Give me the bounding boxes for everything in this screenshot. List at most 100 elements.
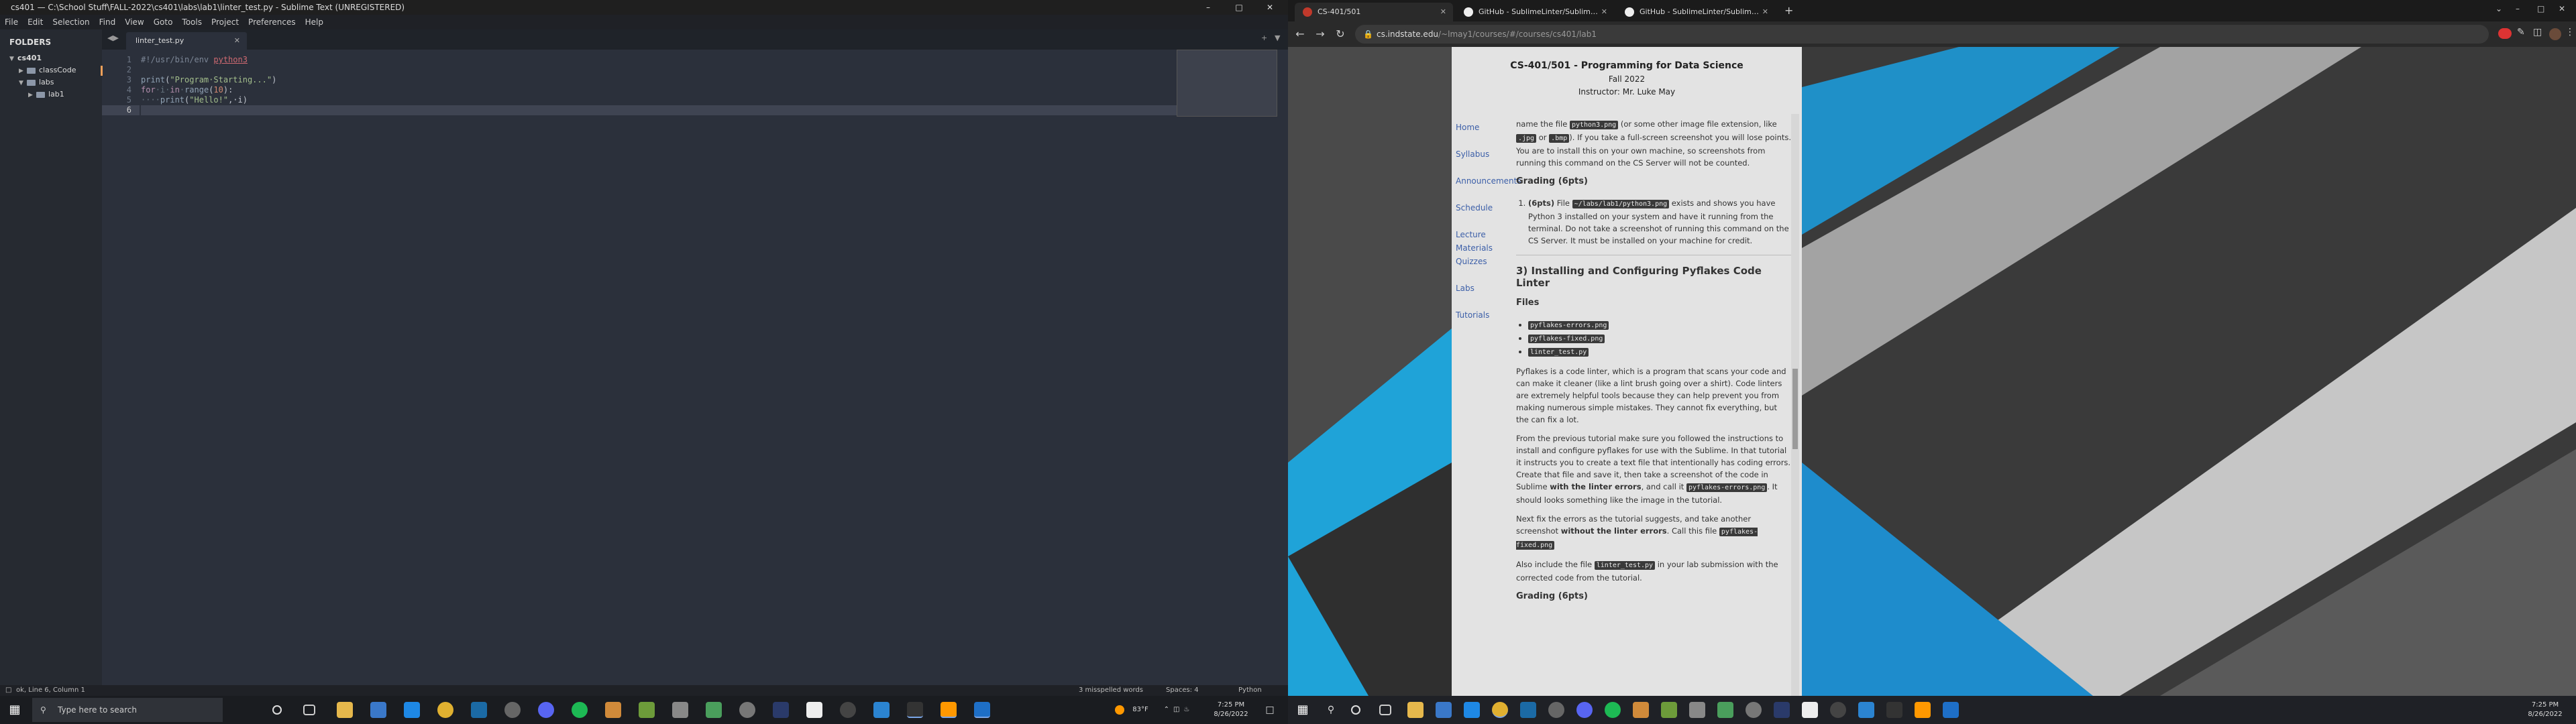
page-scrollbar[interactable] [1791, 114, 1799, 696]
store-icon[interactable] [1436, 702, 1452, 718]
windows-start-icon[interactable]: ▦ [1295, 702, 1311, 718]
steam-icon[interactable] [471, 702, 487, 718]
menu-preferences[interactable]: Preferences [244, 15, 301, 29]
task-view-icon[interactable] [303, 705, 315, 715]
chrome-icon[interactable] [1492, 702, 1508, 718]
status-spaces[interactable]: Spaces: 4 [1166, 685, 1199, 696]
spotify-icon[interactable] [1605, 702, 1621, 718]
tab-dropdown-icon[interactable]: ▼ [1275, 34, 1280, 42]
minimize-icon[interactable]: – [2516, 4, 2520, 13]
vscode-icon[interactable] [873, 702, 890, 718]
app-icon[interactable] [1633, 702, 1649, 718]
avatar[interactable] [2549, 28, 2561, 40]
app3-icon[interactable] [773, 702, 789, 718]
address-bar[interactable]: 🔒 cs.indstate.edu/~lmay1/courses/#/cours… [1355, 25, 2489, 44]
taskbar-search[interactable]: ⚲ Type here to search [32, 698, 223, 722]
nav-syllabus[interactable]: Syllabus [1456, 147, 1509, 174]
status-icon[interactable]: □ [5, 685, 11, 696]
menu-selection[interactable]: Selection [48, 15, 94, 29]
file-explorer-icon[interactable] [337, 702, 353, 718]
discord-icon[interactable] [538, 702, 554, 718]
tree-item-lab1[interactable]: ▶ lab1 [0, 88, 102, 101]
cortana-icon[interactable] [272, 705, 282, 715]
maximize-icon[interactable]: □ [2537, 4, 2544, 13]
expanded-arrow-icon[interactable]: ▼ [9, 53, 17, 65]
terminal-icon[interactable] [907, 702, 923, 718]
clock[interactable]: 7:25 PM 8/26/2022 [2520, 696, 2571, 724]
tab-search-icon[interactable]: ⌄ [2496, 4, 2502, 13]
status-syntax[interactable]: Python [1238, 685, 1262, 696]
vscode-icon[interactable] [1858, 702, 1874, 718]
notifications-icon[interactable]: □ [1260, 696, 1280, 724]
settings-icon[interactable] [1746, 702, 1762, 718]
file-explorer-icon[interactable] [1407, 702, 1424, 718]
weather-icon[interactable] [1115, 705, 1124, 715]
close-tab-icon[interactable]: ✕ [1601, 3, 1607, 21]
collapsed-arrow-icon[interactable]: ▶ [28, 89, 36, 101]
nav-tutorials[interactable]: Tutorials [1456, 308, 1509, 335]
extensions-icon[interactable]: ✎ [2517, 27, 2525, 38]
minecraft-icon[interactable] [1661, 702, 1677, 718]
settings-icon[interactable] [739, 702, 755, 718]
tray-icons[interactable]: ⌃◫♨ [1155, 696, 1202, 724]
clock[interactable]: 7:25 PM 8/26/2022 [1206, 696, 1256, 724]
new-tab-icon[interactable]: + [1784, 4, 1793, 17]
obs-icon[interactable] [1548, 702, 1564, 718]
minimap[interactable] [1177, 50, 1277, 117]
app3-icon[interactable] [1774, 702, 1790, 718]
close-tab-icon[interactable]: ✕ [1762, 3, 1768, 21]
status-misspelled[interactable]: 3 misspelled words [1079, 685, 1143, 696]
app2-icon[interactable] [1717, 702, 1733, 718]
nav-quizzes[interactable]: Quizzes [1456, 255, 1509, 282]
windows-start-icon[interactable]: ▦ [7, 702, 23, 718]
menu-find[interactable]: Find [95, 15, 121, 29]
obs-icon[interactable] [504, 702, 521, 718]
sublime-text-icon[interactable] [1915, 702, 1931, 718]
spotify-icon[interactable] [572, 702, 588, 718]
chrome-icon[interactable] [437, 702, 453, 718]
close-icon[interactable]: ✕ [1254, 0, 1285, 15]
menu-file[interactable]: File [0, 15, 23, 29]
tool-icon[interactable] [1689, 702, 1705, 718]
task-view-icon[interactable] [1379, 705, 1391, 715]
cortana-icon[interactable] [1351, 705, 1360, 715]
tree-item-cs401[interactable]: ▼ cs401 [0, 52, 102, 64]
nav-announcements[interactable]: Announcements [1456, 174, 1521, 201]
tool-icon[interactable] [672, 702, 688, 718]
close-tab-icon[interactable]: ✕ [234, 32, 240, 50]
nav-schedule[interactable]: Schedule [1456, 201, 1509, 228]
menu-goto[interactable]: Goto [149, 15, 178, 29]
back-icon[interactable]: ← [1291, 25, 1309, 44]
terminal-icon[interactable] [1886, 702, 1902, 718]
store-icon[interactable] [370, 702, 386, 718]
menu-view[interactable]: View [120, 15, 148, 29]
menu-help[interactable]: Help [301, 15, 328, 29]
sublime-text-icon[interactable] [941, 702, 957, 718]
code-text[interactable]: #!/usr/bin/env python3 print("Program·St… [141, 50, 1275, 685]
menu-icon[interactable]: ⋮ [2565, 27, 2575, 38]
search-icon[interactable]: ⚲ [1323, 702, 1339, 718]
minimize-icon[interactable]: – [1193, 0, 1224, 15]
tab-github-1[interactable]: GitHub - SublimeLinter/Sublim… ✕ [1456, 3, 1614, 21]
github-icon[interactable] [840, 702, 856, 718]
tab-nav-icon[interactable]: ◀▶ [107, 34, 119, 42]
minecraft-icon[interactable] [639, 702, 655, 718]
menu-edit[interactable]: Edit [23, 15, 48, 29]
forward-icon[interactable]: → [1311, 25, 1330, 44]
maximize-icon[interactable]: □ [1224, 0, 1254, 15]
weather-temp[interactable]: 83°F [1127, 696, 1154, 724]
snip-icon[interactable] [1943, 702, 1959, 718]
menu-project[interactable]: Project [207, 15, 244, 29]
discord-icon[interactable] [1576, 702, 1593, 718]
tab-course[interactable]: CS-401/501 ✕ [1295, 3, 1453, 21]
collapsed-arrow-icon[interactable]: ▶ [19, 65, 27, 77]
mail-icon[interactable] [1464, 702, 1480, 718]
close-tab-icon[interactable]: ✕ [1440, 3, 1446, 21]
tree-item-classcode[interactable]: ▶ classCode [0, 64, 102, 76]
tab-github-2[interactable]: GitHub - SublimeLinter/Sublim… ✕ [1617, 3, 1775, 21]
extension-icon[interactable] [2498, 28, 2512, 39]
close-icon[interactable]: ✕ [2559, 4, 2565, 13]
github-icon[interactable] [1830, 702, 1846, 718]
tree-item-labs[interactable]: ▼ labs [0, 76, 102, 88]
app2-icon[interactable] [706, 702, 722, 718]
